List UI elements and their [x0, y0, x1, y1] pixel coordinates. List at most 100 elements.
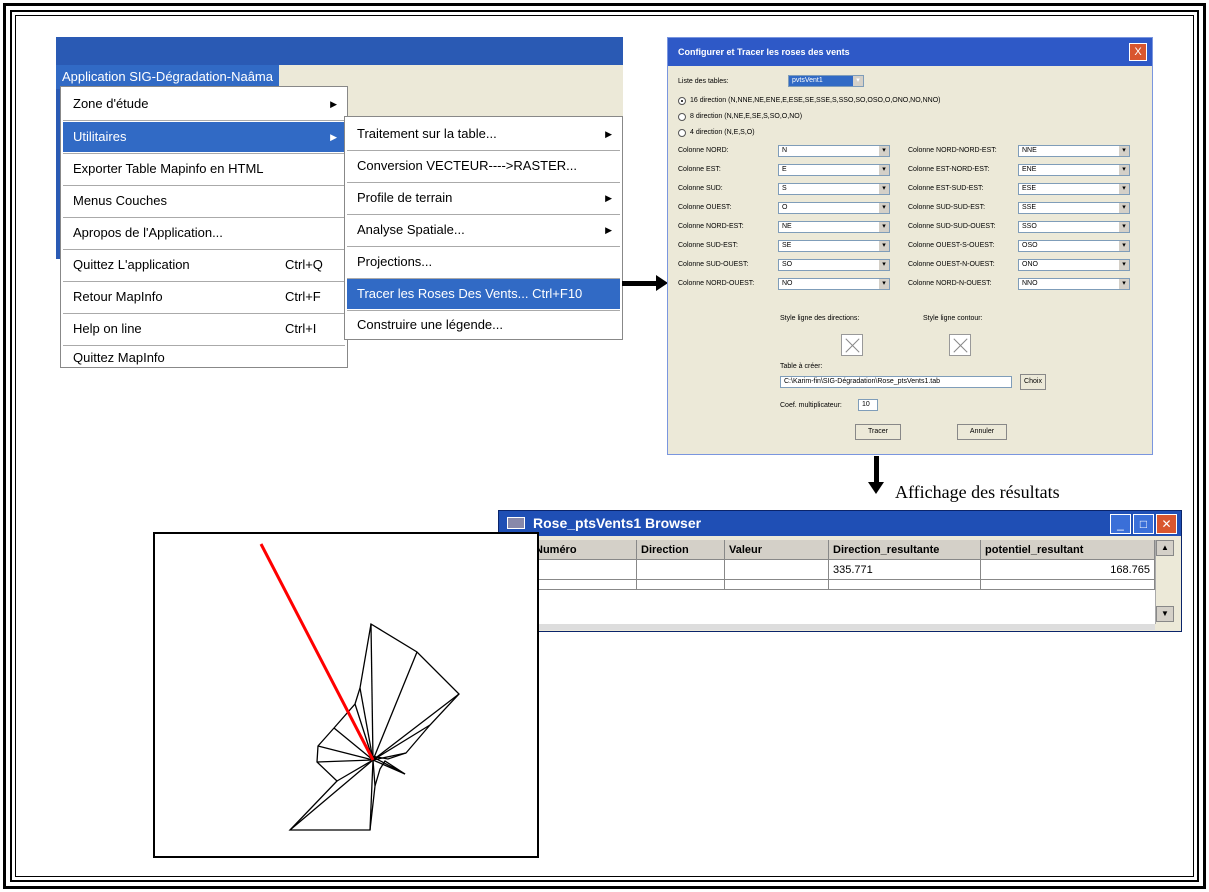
table-cell[interactable]	[829, 580, 981, 590]
column-field-select[interactable]: NO	[778, 278, 890, 290]
flow-arrow-down	[868, 456, 884, 494]
line-style-directions-button[interactable]	[841, 334, 863, 356]
column-field-select[interactable]: SSO	[1018, 221, 1130, 233]
menu-item-quitter-application[interactable]: Quittez L'application Ctrl+Q	[63, 250, 345, 280]
column-field-label: Colonne OUEST-N-OUEST:	[908, 261, 995, 268]
menu-separator	[63, 120, 345, 121]
column-field-label: Colonne SUD-EST:	[678, 242, 738, 249]
coef-label: Coef. multiplicateur:	[780, 402, 842, 409]
close-button[interactable]: X	[1129, 43, 1147, 61]
column-field-label: Colonne NORD-NORD-EST:	[908, 147, 997, 154]
utilitaires-submenu: Traitement sur la table... ▶ Conversion …	[344, 116, 623, 340]
column-field-label: Colonne EST-SUD-EST:	[908, 185, 984, 192]
column-field-select[interactable]: SE	[778, 240, 890, 252]
radio-4-directions[interactable]	[678, 129, 686, 137]
window-titlebar	[56, 37, 623, 65]
menu-item-apropos[interactable]: Apropos de l'Application...	[63, 218, 345, 248]
column-field-select[interactable]: NE	[778, 221, 890, 233]
main-dropdown-menu: Zone d'étude ▶ Utilitaires ▶ Exporter Ta…	[60, 86, 348, 368]
menu-shortcut: Ctrl+I	[285, 321, 317, 336]
menu-item-label: Tracer les Roses Des Vents... Ctrl+F10	[357, 286, 583, 301]
horizontal-scrollbar[interactable]	[505, 624, 1155, 630]
trace-button[interactable]: Tracer	[855, 424, 901, 440]
results-caption: Affichage des résultats	[895, 482, 1060, 502]
column-header[interactable]: Valeur	[725, 540, 829, 560]
browser-table-icon	[507, 517, 525, 529]
table-path-input[interactable]: C:\Karim-fin\SIG-Dégradation\Rose_ptsVen…	[780, 376, 1012, 388]
submenu-item-construire-legende[interactable]: Construire une légende...	[347, 310, 620, 340]
radio-8-directions[interactable]	[678, 113, 686, 121]
column-field-select[interactable]: NNO	[1018, 278, 1130, 290]
table-cell[interactable]	[725, 560, 829, 580]
column-field-select[interactable]: O	[778, 202, 890, 214]
wind-rose-drawing	[259, 543, 460, 831]
minimize-button[interactable]: _	[1110, 514, 1131, 534]
menu-item-menus-couches[interactable]: Menus Couches	[63, 186, 345, 216]
flow-arrow-right	[622, 275, 668, 291]
scroll-down-icon[interactable]: ▼	[1156, 606, 1174, 622]
menu-item-quitter-mapinfo[interactable]: Quittez MapInfo	[63, 341, 345, 369]
maximize-button[interactable]: □	[1133, 514, 1154, 534]
browser-close-button[interactable]: ✕	[1156, 514, 1177, 534]
table-cell[interactable]	[637, 580, 725, 590]
column-field-select[interactable]: ENE	[1018, 164, 1130, 176]
coef-input[interactable]: 10	[858, 399, 878, 411]
table-cell[interactable]	[637, 560, 725, 580]
resultant-vector	[259, 543, 375, 761]
column-field-select[interactable]: SSE	[1018, 202, 1130, 214]
column-field-select[interactable]: S	[778, 183, 890, 195]
menu-item-utilitaires[interactable]: Utilitaires ▶	[63, 122, 345, 152]
column-header[interactable]: Direction	[637, 540, 725, 560]
submenu-item-tracer-roses[interactable]: Tracer les Roses Des Vents... Ctrl+F10	[347, 279, 620, 309]
menu-item-exporter-html[interactable]: Exporter Table Mapinfo en HTML	[63, 154, 345, 184]
submenu-item-profile-terrain[interactable]: Profile de terrain ▶	[347, 183, 620, 213]
radio-16-label: 16 direction (N,NNE,NE,ENE,E,ESE,SE,SSE,…	[690, 97, 941, 104]
column-field-select[interactable]: N	[778, 145, 890, 157]
vertical-scrollbar[interactable]: ▲ ▼	[1155, 540, 1174, 624]
menu-item-help[interactable]: Help on line Ctrl+I	[63, 314, 345, 344]
column-header[interactable]: Direction_resultante	[829, 540, 981, 560]
table-cell[interactable]: 335.771	[829, 560, 981, 580]
wind-rose-map	[153, 532, 539, 858]
column-field-select[interactable]: OSO	[1018, 240, 1130, 252]
radio-8-label: 8 direction (N,NE,E,SE,S,SO,O,NO)	[690, 113, 803, 120]
column-field-label: Colonne NORD-N-OUEST:	[908, 280, 992, 287]
submenu-item-traitement-table[interactable]: Traitement sur la table... ▶	[347, 119, 620, 149]
column-header[interactable]: Numéro	[531, 540, 637, 560]
column-field-select[interactable]: ONO	[1018, 259, 1130, 271]
table-cell[interactable]	[531, 560, 637, 580]
submenu-arrow-icon: ▶	[605, 225, 612, 235]
table-cell[interactable]	[981, 580, 1155, 590]
browser-window: Rose_ptsVents1 Browser _ □ ✕ Numéro Dire…	[498, 510, 1182, 632]
submenu-item-analyse-spatiale[interactable]: Analyse Spatiale... ▶	[347, 215, 620, 245]
column-field-select[interactable]: SO	[778, 259, 890, 271]
menu-item-label: Traitement sur la table...	[357, 126, 497, 141]
submenu-item-projections[interactable]: Projections...	[347, 247, 620, 277]
menu-item-label: Quittez MapInfo	[73, 350, 165, 365]
column-field-select[interactable]: E	[778, 164, 890, 176]
table-cell[interactable]	[531, 580, 637, 590]
submenu-item-conversion-raster[interactable]: Conversion VECTEUR---->RASTER...	[347, 151, 620, 181]
table-create-label: Table à créer:	[780, 363, 823, 370]
column-field-label: Colonne OUEST:	[678, 204, 732, 211]
menu-item-retour-mapinfo[interactable]: Retour MapInfo Ctrl+F	[63, 282, 345, 312]
menu-item-zone-etude[interactable]: Zone d'étude ▶	[63, 89, 345, 119]
browser-title: Rose_ptsVents1 Browser	[499, 511, 1181, 536]
column-field-select[interactable]: ESE	[1018, 183, 1130, 195]
table-cell[interactable]: 168.765	[981, 560, 1155, 580]
table-list-select[interactable]: pvtsVent1	[788, 75, 864, 87]
column-field-select[interactable]: NNE	[1018, 145, 1130, 157]
menu-item-label: Apropos de l'Application...	[73, 225, 223, 240]
line-style-contour-button[interactable]	[949, 334, 971, 356]
column-header[interactable]: potentiel_resultant	[981, 540, 1155, 560]
submenu-arrow-icon: ▶	[330, 99, 337, 109]
submenu-arrow-icon: ▶	[605, 129, 612, 139]
scroll-up-icon[interactable]: ▲	[1156, 540, 1174, 556]
radio-16-directions[interactable]	[678, 97, 686, 105]
cancel-button[interactable]: Annuler	[957, 424, 1007, 440]
choose-button[interactable]: Choix	[1020, 374, 1046, 390]
column-field-label: Colonne SUD-SUD-OUEST:	[908, 223, 996, 230]
menu-item-label: Profile de terrain	[357, 190, 453, 205]
column-field-label: Colonne SUD-OUEST:	[678, 261, 749, 268]
table-cell[interactable]	[725, 580, 829, 590]
